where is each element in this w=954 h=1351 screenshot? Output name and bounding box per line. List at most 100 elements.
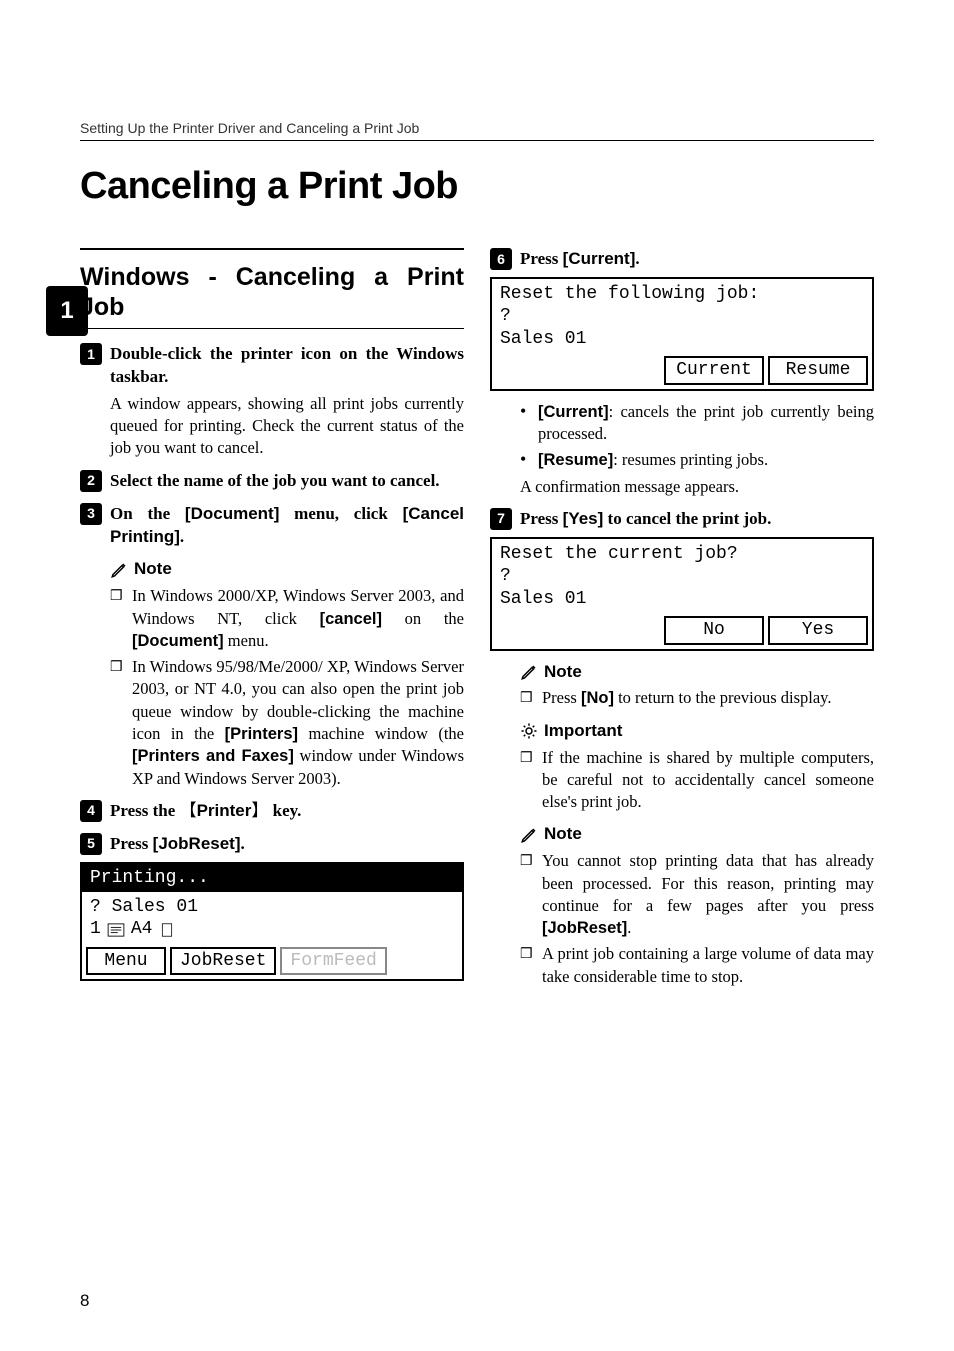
t: machine window (the bbox=[298, 724, 464, 743]
page-title: Canceling a Print Job bbox=[80, 165, 874, 208]
note-heading: Note bbox=[110, 558, 464, 581]
t: key. bbox=[268, 801, 301, 820]
bullet-text: A print job containing a large volume of… bbox=[542, 943, 874, 988]
t: A4 bbox=[131, 918, 153, 941]
lcd-button-menu[interactable]: Menu bbox=[86, 947, 166, 975]
note-label: Note bbox=[544, 823, 582, 846]
note-item: ❒ A print job containing a large volume … bbox=[520, 943, 874, 988]
lcd-button-jobreset[interactable]: JobReset bbox=[170, 947, 276, 975]
important-list: ❒ If the machine is shared by multiple c… bbox=[520, 747, 874, 814]
t: to cancel the print job. bbox=[603, 509, 771, 528]
bullet-text: [Current]: cancels the print job current… bbox=[538, 401, 874, 446]
ui-current: [Current] bbox=[563, 249, 636, 268]
ui-yes: [Yes] bbox=[563, 509, 604, 528]
step-number: 7 bbox=[490, 508, 512, 530]
t: Press bbox=[520, 249, 563, 268]
lcd-button-yes[interactable]: Yes bbox=[768, 616, 868, 644]
note-list: ❒ Press [No] to return to the previous d… bbox=[520, 687, 874, 709]
ui-no: [No] bbox=[581, 689, 614, 707]
bullet-text: In Windows 2000/XP, Windows Server 2003,… bbox=[132, 585, 464, 652]
note-label: Note bbox=[134, 558, 172, 581]
bullets-after-6: • [Current]: cancels the print job curre… bbox=[520, 401, 874, 472]
lcd-button-formfeed[interactable]: FormFeed bbox=[280, 947, 386, 975]
step-3: 3 On the [Document] menu, click [Cancel … bbox=[80, 503, 464, 549]
left-column: Windows - Canceling a Print Job 1 Double… bbox=[80, 248, 464, 992]
step-number: 3 bbox=[80, 503, 102, 525]
lcd-line: ? bbox=[500, 305, 864, 328]
note-heading: Note bbox=[520, 661, 874, 684]
lcd-printing: Printing... ? Sales 01 1 A4 Menu JobRese… bbox=[80, 862, 464, 982]
ui-printers-faxes: [Printers and Faxes] bbox=[132, 747, 294, 765]
lcd-line: ? Sales 01 bbox=[90, 896, 454, 919]
t: 1 bbox=[90, 918, 101, 941]
lcd-line: Reset the current job? bbox=[500, 543, 864, 566]
orientation-icon bbox=[158, 923, 176, 937]
step-number: 4 bbox=[80, 800, 102, 822]
ui-jobreset: [JobReset] bbox=[542, 919, 627, 937]
pencil-icon bbox=[520, 826, 538, 844]
lcd-reset-current: Reset the current job? ? Sales 01 No Yes bbox=[490, 537, 874, 651]
note-list: ❒ In Windows 2000/XP, Windows Server 200… bbox=[110, 585, 464, 789]
bullet-mark: ❒ bbox=[110, 656, 124, 790]
lcd-reset-following: Reset the following job: ? Sales 01 Curr… bbox=[490, 277, 874, 391]
bullet-dot: • bbox=[520, 401, 530, 446]
step-number: 1 bbox=[80, 343, 102, 365]
gear-icon bbox=[520, 722, 538, 740]
running-header: Setting Up the Printer Driver and Cancel… bbox=[80, 120, 874, 141]
step-text: On the [Document] menu, click [Cancel Pr… bbox=[110, 503, 464, 549]
t: : resumes printing jobs. bbox=[613, 450, 768, 469]
t: . bbox=[627, 918, 631, 937]
step-6: 6 Press [Current]. bbox=[490, 248, 874, 271]
step-5: 5 Press [JobReset]. bbox=[80, 833, 464, 856]
section-tab: 1 bbox=[46, 286, 88, 336]
ui-printers: [Printers] bbox=[225, 725, 298, 743]
bullet-text: Press [No] to return to the previous dis… bbox=[542, 687, 874, 709]
t: On the bbox=[110, 504, 185, 523]
lcd-line: Reset the following job: bbox=[500, 283, 864, 306]
bullet-text: You cannot stop printing data that has a… bbox=[542, 850, 874, 939]
t: . bbox=[180, 527, 184, 546]
important-heading: Important bbox=[520, 720, 874, 743]
t: on the bbox=[382, 609, 464, 628]
note-list: ❒ You cannot stop printing data that has… bbox=[520, 850, 874, 988]
t: menu. bbox=[224, 631, 269, 650]
t: menu, click bbox=[279, 504, 402, 523]
note-label: Note bbox=[544, 661, 582, 684]
t: Press bbox=[542, 688, 581, 707]
note-item: ❒ In Windows 95/98/Me/2000/ XP, Windows … bbox=[110, 656, 464, 790]
step-text: Press the Printer key. bbox=[110, 800, 301, 823]
note-item: ❒ Press [No] to return to the previous d… bbox=[520, 687, 874, 709]
step-7: 7 Press [Yes] to cancel the print job. bbox=[490, 508, 874, 531]
bullet-mark: ❒ bbox=[110, 585, 124, 652]
right-column: 6 Press [Current]. Reset the following j… bbox=[490, 248, 874, 992]
bullet-mark: ❒ bbox=[520, 943, 534, 988]
step-4: 4 Press the Printer key. bbox=[80, 800, 464, 823]
lcd-line: ? bbox=[500, 565, 864, 588]
t: You cannot stop printing data that has a… bbox=[542, 851, 874, 915]
t: to return to the previous display. bbox=[614, 688, 832, 707]
ui-document: [Document] bbox=[185, 504, 279, 523]
pencil-icon bbox=[520, 663, 538, 681]
lcd-line: Sales 01 bbox=[500, 588, 864, 611]
t: . bbox=[241, 834, 245, 853]
step-number: 6 bbox=[490, 248, 512, 270]
step-text: Double-click the printer icon on the Win… bbox=[110, 343, 464, 389]
page-number: 8 bbox=[80, 1291, 89, 1311]
important-label: Important bbox=[544, 720, 622, 743]
note-heading: Note bbox=[520, 823, 874, 846]
lcd-button-no[interactable]: No bbox=[664, 616, 764, 644]
bullet-item: • [Resume]: resumes printing jobs. bbox=[520, 449, 874, 471]
lcd-button-resume[interactable]: Resume bbox=[768, 356, 868, 384]
step-number: 2 bbox=[80, 470, 102, 492]
lcd-line: 1 A4 bbox=[90, 918, 454, 941]
bullet-mark: ❒ bbox=[520, 850, 534, 939]
step-number: 5 bbox=[80, 833, 102, 855]
ui-document: [Document] bbox=[132, 632, 224, 650]
bullet-dot: • bbox=[520, 449, 530, 471]
doc-icon bbox=[107, 923, 125, 937]
pencil-icon bbox=[110, 561, 128, 579]
bullet-text: [Resume]: resumes printing jobs. bbox=[538, 449, 874, 471]
important-item: ❒ If the machine is shared by multiple c… bbox=[520, 747, 874, 814]
section-heading: Windows - Canceling a Print Job bbox=[80, 262, 464, 322]
lcd-button-current[interactable]: Current bbox=[664, 356, 764, 384]
